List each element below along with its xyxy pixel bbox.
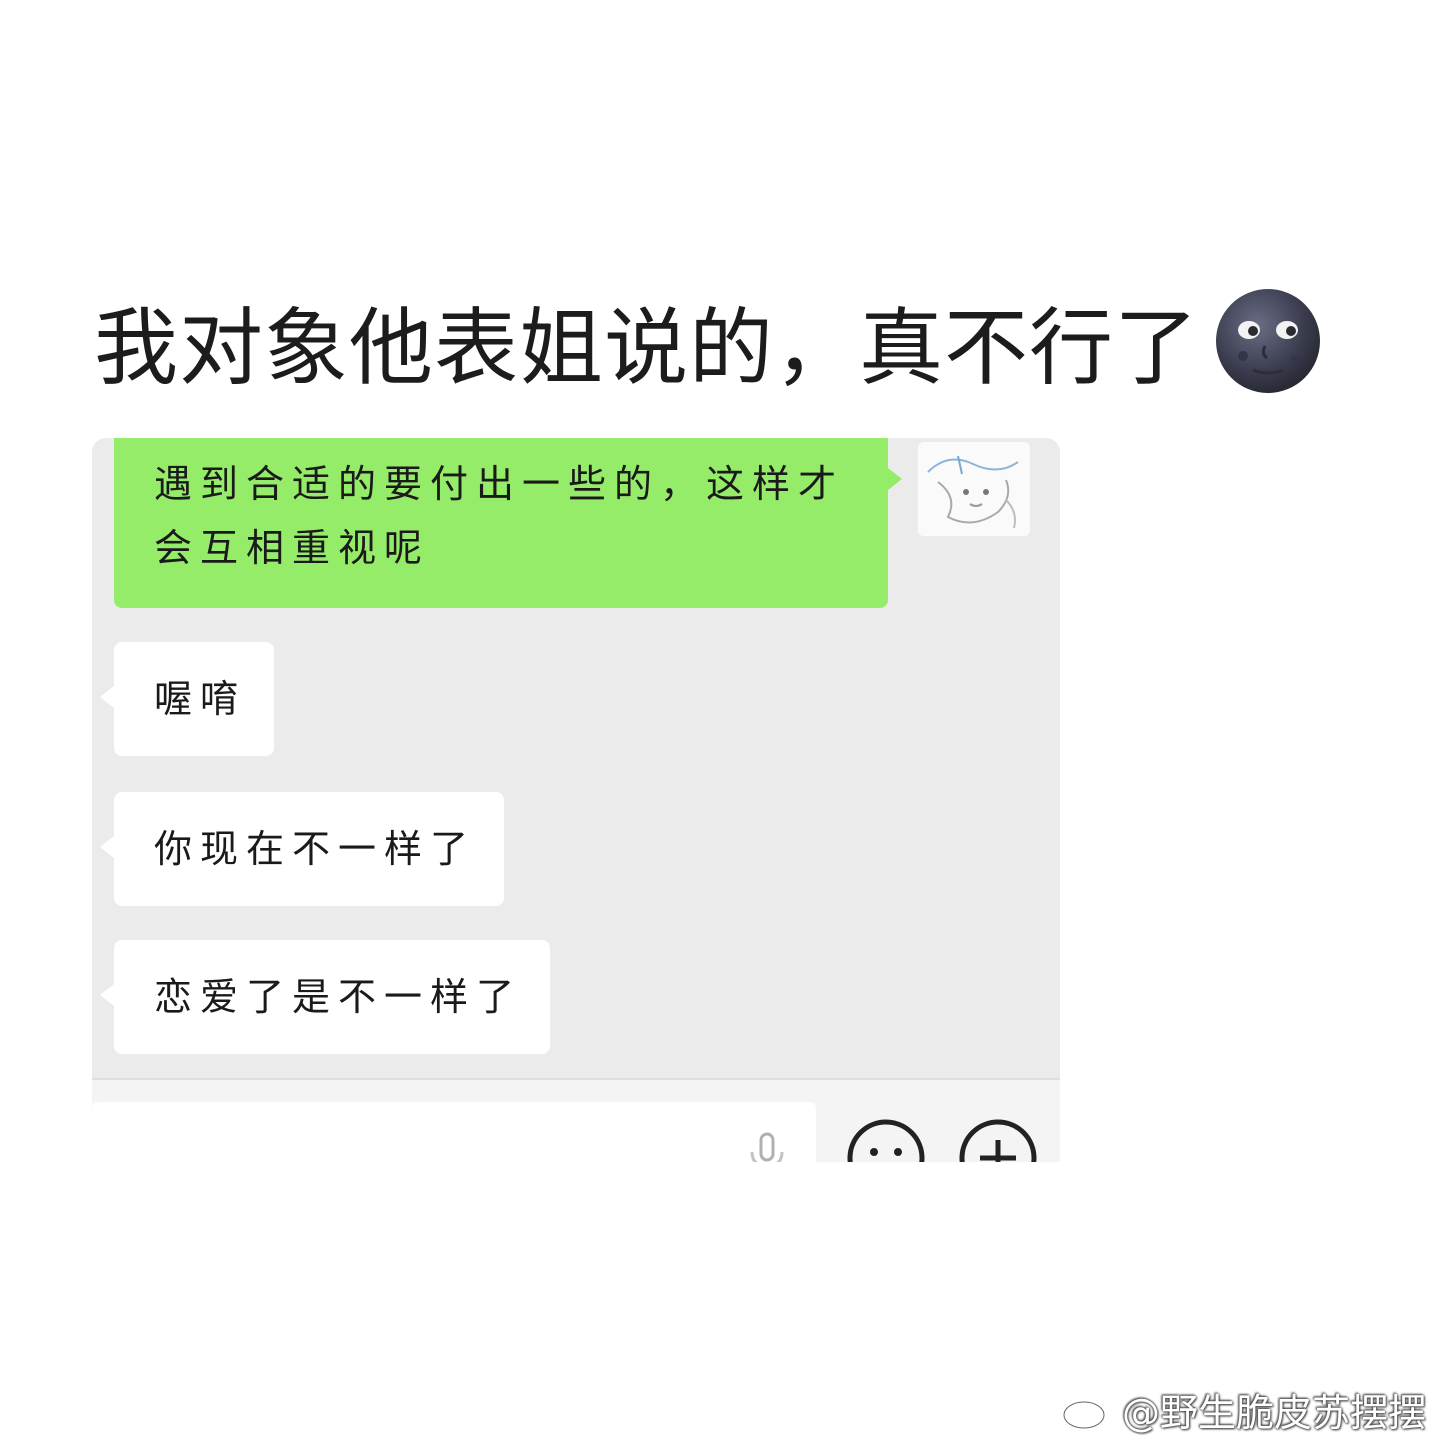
message-input[interactable] xyxy=(92,1102,816,1162)
sent-message-text: 遇到合适的要付出一些的，这样才会互相重视呢 xyxy=(154,462,845,570)
caption-text: 我对象他表姐说的，真不行了 xyxy=(94,298,1200,397)
sent-message-bubble[interactable]: 遇到合适的要付出一些的，这样才会互相重视呢 xyxy=(114,438,902,608)
screenshot-page: 我对象他表姐说的，真不行了 遇到合适的要付出一些的，这样才会互相重视呢 喔唷 你… xyxy=(0,0,1440,1440)
new-moon-face-icon xyxy=(1216,289,1321,393)
received-message-bubble[interactable]: 喔唷 xyxy=(100,642,274,756)
received-message-text: 你现在不一样了 xyxy=(154,827,477,871)
chat-screenshot: 遇到合适的要付出一些的，这样才会互相重视呢 喔唷 你现在不一样了 恋爱了是不一样… xyxy=(92,438,1060,1162)
post-caption: 我对象他表姐说的，真不行了 xyxy=(94,286,1323,397)
watermark-text: @野生脆皮苏摆摆 xyxy=(1121,1390,1426,1435)
avatar-sketch-icon xyxy=(918,442,1030,536)
cartoon-sketch-avatar-icon[interactable] xyxy=(918,442,1030,536)
smiley-icon[interactable] xyxy=(844,1116,928,1162)
chat-input-bar xyxy=(92,1078,1060,1162)
received-message-text: 喔唷 xyxy=(154,677,247,721)
received-message-bubble[interactable]: 你现在不一样了 xyxy=(100,792,504,906)
weibo-watermark: @野生脆皮苏摆摆 xyxy=(1060,1386,1426,1435)
received-message-bubble[interactable]: 恋爱了是不一样了 xyxy=(100,940,550,1054)
plus-circle-icon[interactable] xyxy=(956,1116,1040,1162)
received-message-text: 恋爱了是不一样了 xyxy=(154,975,523,1019)
weibo-logo-icon xyxy=(1062,1391,1112,1430)
microphone-icon[interactable] xyxy=(742,1132,792,1162)
